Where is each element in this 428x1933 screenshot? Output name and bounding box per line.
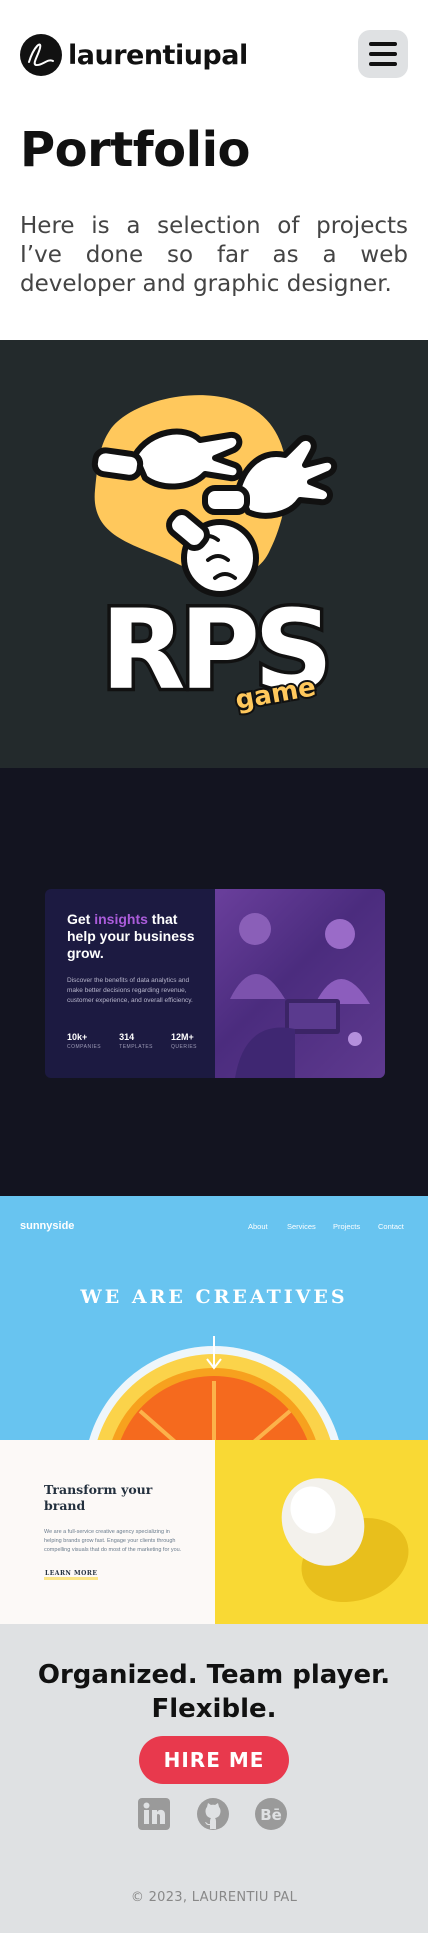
copyright-text: © 2023, LAURENTIU PAL bbox=[130, 1890, 298, 1905]
linkedin-icon[interactable] bbox=[137, 1797, 171, 1831]
menu-line bbox=[369, 42, 397, 46]
sunnyside-feature: Transform your brand We are a full-servi… bbox=[0, 1440, 215, 1624]
svg-text:Bē: Bē bbox=[260, 1806, 282, 1824]
insights-description: Discover the benefits of data analytics … bbox=[67, 977, 193, 1004]
behance-icon[interactable]: Bē bbox=[254, 1797, 288, 1831]
menu-line bbox=[369, 62, 397, 66]
hire-me-button[interactable]: HIRE ME bbox=[139, 1736, 289, 1784]
project-sunnyside-agency[interactable]: sunnyside About Services Projects Contac… bbox=[0, 1196, 428, 1624]
footer-tagline: Organized. Team player. Flexible. bbox=[37, 1660, 391, 1724]
insights-heading: Get insights that help your business gro… bbox=[67, 911, 195, 961]
orange-hero-image bbox=[89, 1336, 339, 1440]
sunnyside-nav-about: About bbox=[248, 1222, 268, 1231]
site-header: laurentiupal bbox=[0, 0, 428, 110]
site-footer: Organized. Team player. Flexible. HIRE M… bbox=[0, 1624, 428, 1933]
project-insights-card[interactable]: Get insights that help your business gro… bbox=[0, 768, 428, 1196]
logo-text: laurentiupal bbox=[68, 39, 248, 71]
project-rps-game[interactable]: RPS game bbox=[0, 340, 428, 768]
insights-stats: 10k+ COMPANIES 314 TEMPLATES 12M+ QUERIES bbox=[67, 1032, 215, 1050]
sunnyside-feature-text: We are a full-service creative agency sp… bbox=[44, 1529, 182, 1553]
sunnyside-nav-services: Services bbox=[287, 1222, 316, 1231]
insights-preview-card: Get insights that help your business gro… bbox=[45, 889, 385, 1078]
sunnyside-learn-more-link: LEARN MORE bbox=[44, 1570, 99, 1580]
site-logo[interactable]: laurentiupal bbox=[20, 34, 248, 76]
logo-mark bbox=[20, 34, 62, 76]
sunnyside-nav-contact: Contact bbox=[378, 1222, 404, 1231]
sunnyside-feature-title: Transform your brand bbox=[44, 1482, 153, 1513]
sunnyside-hero-title: WE ARE CREATIVES bbox=[80, 1286, 348, 1308]
stat-queries: 12M+ QUERIES bbox=[171, 1032, 198, 1050]
hamburger-menu-button[interactable] bbox=[358, 30, 408, 78]
stat-companies: 10k+ COMPANIES bbox=[67, 1032, 102, 1050]
page-intro: Here is a selection of projects I’ve don… bbox=[20, 213, 408, 297]
menu-line bbox=[369, 52, 397, 56]
github-icon[interactable] bbox=[196, 1797, 230, 1831]
insights-content: Get insights that help your business gro… bbox=[45, 889, 215, 1078]
office-team-photo bbox=[215, 889, 385, 1078]
sunnyside-brand: sunnyside bbox=[20, 1220, 75, 1232]
sunnyside-nav-projects: Projects bbox=[333, 1222, 361, 1231]
egg-image bbox=[215, 1440, 428, 1624]
page-title: Portfolio bbox=[20, 122, 251, 178]
rps-logo-illustration: RPS game bbox=[91, 395, 338, 718]
stat-templates: 314 TEMPLATES bbox=[119, 1032, 153, 1050]
